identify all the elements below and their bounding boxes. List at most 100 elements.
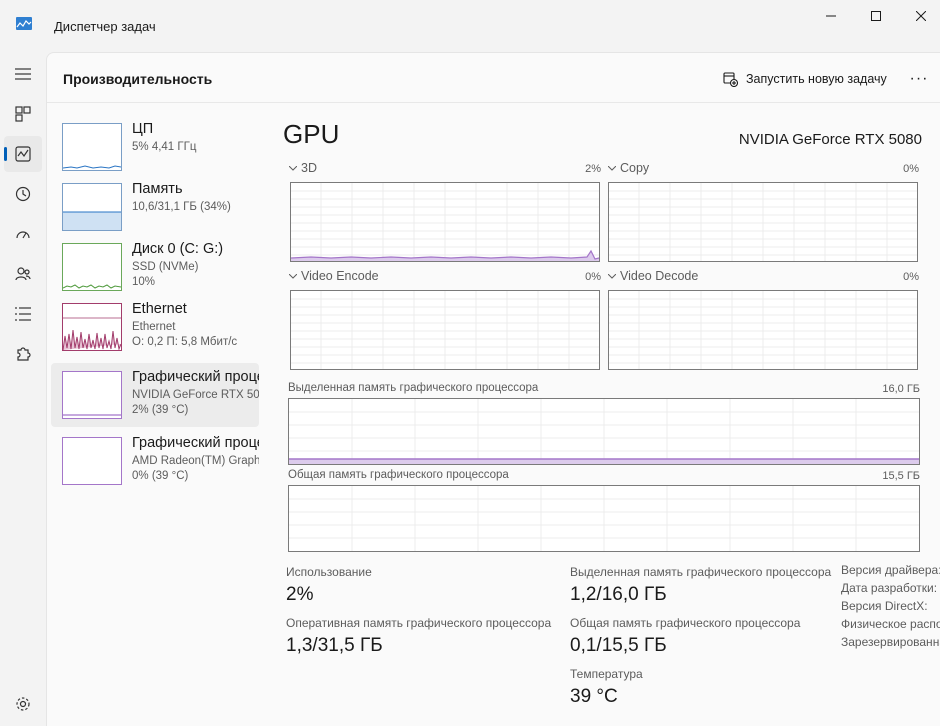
device-detail: AMD Radeon(TM) Graphics (132, 455, 259, 467)
device-ethernet[interactable]: Ethernet Ethernet О: 0,2 П: 5,8 Мбит/с (51, 295, 259, 359)
engine-percent: 0% (903, 163, 919, 175)
gpu0-thumbnail-graph (62, 371, 122, 419)
device-cpu[interactable]: ЦП 5% 4,41 ГГц (51, 115, 259, 179)
usage-label: Использование (286, 565, 372, 579)
nav-users[interactable] (4, 256, 42, 292)
close-icon (916, 11, 926, 21)
shared-memory-max: 15,5 ГБ (882, 470, 920, 482)
minimize-button[interactable] (808, 0, 854, 32)
device-gpu-0[interactable]: Графический процессор 0 NVIDIA GeForce R… (51, 363, 259, 427)
nav-processes[interactable] (4, 96, 42, 132)
nav-performance[interactable] (4, 136, 42, 172)
nav-app-history[interactable] (4, 176, 42, 212)
minimize-icon (826, 15, 836, 17)
device-name: Ethernet (132, 301, 187, 317)
chevron-down-icon (608, 273, 616, 279)
engine-selector-video-decode[interactable]: Video Decode (608, 269, 698, 283)
shared-usage-value: 0,1/15,5 ГБ (570, 635, 667, 656)
window-title: Диспетчер задач (54, 19, 156, 34)
page-title: Производительность (63, 71, 213, 87)
dedicated-usage-label: Выделенная память графического процессор… (570, 565, 832, 579)
graph-video-encode (290, 290, 600, 370)
device-usage: 2% (39 °C) (132, 404, 189, 416)
gpu-model-name: NVIDIA GeForce RTX 5080 (738, 131, 922, 148)
nav-menu-button[interactable] (4, 56, 42, 92)
services-puzzle-icon (17, 347, 31, 361)
device-detail: 5% 4,41 ГГц (132, 141, 197, 153)
device-disk[interactable]: Диск 0 (C: G:) SSD (NVMe) 10% (51, 235, 259, 299)
graph-copy (608, 182, 918, 262)
engine-percent: 2% (585, 163, 601, 175)
info-directx-version: Версия DirectX: (841, 599, 928, 613)
more-options-button[interactable]: ··· (907, 69, 931, 89)
device-detail: SSD (NVMe) (132, 261, 199, 273)
engine-name: Video Encode (301, 269, 379, 283)
engine-percent: 0% (585, 271, 601, 283)
chevron-down-icon (608, 165, 616, 171)
device-name: Память (132, 181, 183, 197)
run-task-label: Запустить новую задачу (746, 72, 887, 86)
temperature-value: 39 °C (570, 686, 618, 707)
cpu-thumbnail-graph (62, 123, 122, 171)
shared-usage-label: Общая память графического процессора (570, 616, 801, 630)
device-memory[interactable]: Память 10,6/31,1 ГБ (34%) (51, 175, 259, 239)
dedicated-memory-label: Выделенная память графического процессор… (288, 382, 539, 394)
temperature-label: Температура (570, 667, 643, 681)
close-button[interactable] (898, 0, 940, 32)
engine-name: 3D (301, 161, 317, 175)
usage-value: 2% (286, 584, 314, 605)
nav-details[interactable] (4, 296, 42, 332)
engine-percent: 0% (903, 271, 919, 283)
gpu-info-list: Версия драйвера: Дата разработки: Версия… (841, 563, 940, 653)
device-name: ЦП (132, 121, 154, 137)
content-pane: Производительность Запустить новую задач… (46, 52, 940, 726)
dedicated-memory-max: 16,0 ГБ (882, 383, 920, 395)
maximize-button[interactable] (853, 0, 899, 32)
nav-settings[interactable] (4, 686, 42, 722)
engine-name: Copy (620, 161, 650, 175)
chevron-down-icon (289, 165, 297, 171)
task-manager-app-icon (16, 17, 32, 30)
graph-dedicated-memory (288, 398, 920, 465)
more-options-icon: ··· (909, 70, 929, 87)
gpu-ram-value: 1,3/31,5 ГБ (286, 635, 383, 656)
details-list-icon (15, 307, 31, 321)
device-name: Графический процессор 0 (132, 369, 259, 385)
info-driver-version: Версия драйвера: (841, 563, 940, 577)
engine-selector-copy[interactable]: Copy (608, 161, 649, 175)
device-name: Диск 0 (C: G:) (132, 241, 224, 257)
device-usage: 0% (39 °C) (132, 470, 189, 482)
page-header: Производительность Запустить новую задач… (47, 53, 940, 103)
engine-selector-3d[interactable]: 3D (289, 161, 317, 175)
graph-shared-memory (288, 485, 920, 552)
users-icon (15, 267, 31, 281)
gpu1-thumbnail-graph (62, 437, 122, 485)
gpu-title: GPU (283, 119, 340, 149)
title-bar: Диспетчер задач (0, 0, 940, 52)
shared-memory-label: Общая память графического процессора (288, 469, 509, 481)
info-physical-location: Физическое расположение: (841, 617, 940, 631)
settings-gear-icon (16, 697, 30, 711)
chevron-down-icon (289, 273, 297, 279)
device-detail: NVIDIA GeForce RTX 5080 (132, 389, 259, 401)
graph-video-decode (608, 290, 918, 370)
performance-icon (15, 146, 31, 162)
run-new-task-button[interactable]: Запустить новую задачу (723, 69, 887, 89)
nav-startup[interactable] (4, 216, 42, 252)
info-reserved-memory: Зарезервированная память: (841, 635, 940, 649)
device-usage: 10% (132, 276, 156, 288)
nav-rail (0, 52, 46, 726)
device-throughput: О: 0,2 П: 5,8 Мбит/с (132, 336, 238, 348)
history-icon (15, 186, 31, 202)
run-task-icon (723, 71, 738, 87)
ethernet-thumbnail-graph (62, 303, 122, 351)
device-gpu-1[interactable]: Графический процессор 1 AMD Radeon(TM) G… (51, 429, 259, 493)
hamburger-menu-icon (15, 68, 31, 80)
engine-selector-video-encode[interactable]: Video Encode (289, 269, 379, 283)
graph-3d (290, 182, 600, 262)
info-driver-date: Дата разработки: (841, 581, 938, 595)
device-detail: 10,6/31,1 ГБ (34%) (132, 201, 231, 213)
gpu-ram-label: Оперативная память графического процессо… (286, 616, 552, 630)
disk-thumbnail-graph (62, 243, 122, 291)
nav-services[interactable] (4, 336, 42, 372)
